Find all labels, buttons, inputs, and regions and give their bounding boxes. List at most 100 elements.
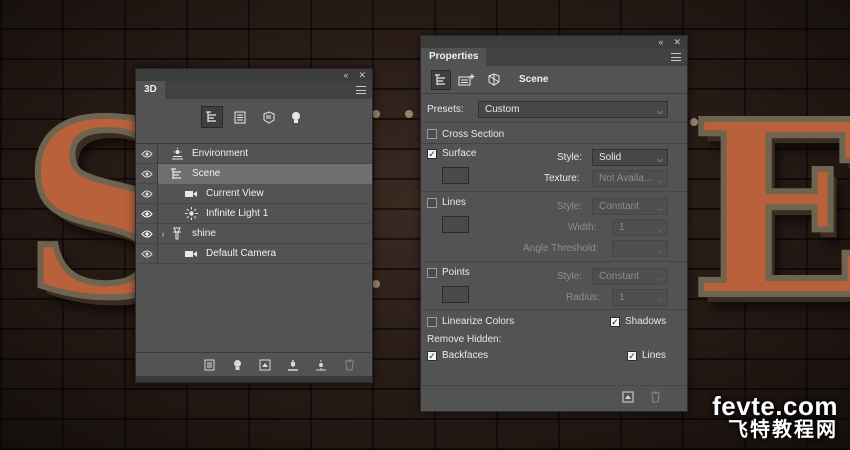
eye-icon[interactable] [136,203,158,224]
canvas-rivet [372,280,380,288]
camera-icon [182,189,200,199]
lines-style-label: Style: [557,201,583,212]
cross-section-section: Cross Section [421,122,687,144]
panel-menu-icon[interactable] [356,86,366,94]
hidden-lines-label: Lines [642,350,666,361]
eye-icon[interactable] [136,143,158,164]
points-radius-input[interactable]: 1 ⌵ [612,289,668,306]
delete-icon[interactable] [342,358,356,372]
panel-resize-handle[interactable] [136,376,372,382]
scene-filter-icon[interactable] [201,106,223,128]
points-style-select[interactable]: Constant ⌵ [592,268,668,285]
surface-style-value: Solid [599,152,622,163]
coordinates-icon[interactable] [483,70,503,90]
lines-style-value: Constant [599,201,640,212]
lines-section: Lines Style: Constant ⌵ Width: 1 ⌵ Angle… [421,192,687,262]
list-item[interactable]: Infinite Light 1 [136,203,372,224]
list-item[interactable]: Scene [136,163,372,184]
surface-section: ✓ Surface Style: Solid ⌵ Texture: Not Av… [421,144,687,192]
presets-value: Custom [485,103,520,115]
tab-3d[interactable]: 3D [136,81,165,99]
points-style-value: Constant [599,271,640,282]
add-light-icon[interactable] [314,358,328,372]
points-radius-value: 1 [619,292,625,303]
backfaces-checkbox[interactable]: ✓ [427,350,437,361]
surface-color-swatch[interactable] [442,167,469,184]
close-icon[interactable]: ✕ [358,70,366,81]
render-icon[interactable] [258,358,272,372]
lines-style-select[interactable]: Constant ⌵ [592,198,668,215]
environment-icon [168,147,186,160]
canvas-rivet [690,118,698,126]
lines-checkbox[interactable] [427,197,437,208]
list-item[interactable]: Current View [136,183,372,204]
chevron-down-icon: ⌵ [656,176,663,185]
cross-section-label: Cross Section [442,128,505,140]
list-item[interactable]: Default Camera [136,243,372,264]
chevron-down-icon: ⌵ [656,225,663,234]
light-dropdown-icon[interactable] [230,358,244,372]
chevron-down-icon: ⌵ [656,106,663,116]
watermark-domain: fevte.com [712,391,838,421]
presets-select[interactable]: Custom ⌵ [478,100,668,118]
list-item[interactable]: Environment [136,143,372,164]
lines-width-input[interactable]: 1 ⌵ [612,219,668,236]
lines-angle-input[interactable]: ⌵ [612,240,668,257]
material-filter-icon[interactable] [257,106,279,128]
layer-name: Current View [206,188,264,199]
points-section: Points Style: Constant ⌵ Radius: 1 ⌵ [421,262,687,310]
surface-texture-select[interactable]: Not Availa... ⌵ [592,170,668,187]
render-icon[interactable] [622,391,634,406]
points-checkbox[interactable] [427,267,437,278]
chevron-down-icon: ⌵ [656,204,663,213]
panel-titlebar[interactable]: « ✕ [421,36,687,48]
cross-section-checkbox[interactable] [427,129,437,139]
panel-properties: « ✕ Properties Scene Presets: Custom ⌵ C… [420,35,688,412]
close-icon[interactable]: ✕ [673,37,681,48]
properties-footer-toolbar [421,385,687,411]
lines-angle-label: Angle Threshold: [523,243,599,254]
eye-icon[interactable] [136,183,158,204]
panel-menu-icon[interactable] [671,53,681,61]
mesh-dropdown-icon[interactable] [202,358,216,372]
hidden-lines-checkbox[interactable]: ✓ [627,350,637,361]
mesh-filter-icon[interactable] [229,106,251,128]
points-label: Points [442,267,470,278]
panel-footer-toolbar [136,352,372,376]
surface-checkbox[interactable]: ✓ [427,148,437,159]
scene-layer-list: Environment Scene Current View Infinite … [136,143,372,264]
eye-icon[interactable] [136,243,158,264]
layer-name: shine [192,228,216,239]
surface-style-select[interactable]: Solid ⌵ [592,149,668,166]
points-color-swatch[interactable] [442,286,469,303]
shadows-label: Shadows [625,316,667,327]
delete-icon[interactable] [650,391,661,406]
points-radius-label: Radius: [566,292,600,303]
eye-icon[interactable] [136,223,158,244]
chevron-down-icon: ⌵ [656,274,663,283]
shadows-checkbox[interactable]: ✓ [610,316,620,327]
list-item[interactable]: › shine [136,223,372,244]
linearize-colors-checkbox[interactable] [427,316,437,327]
render-settings-icon[interactable] [457,70,477,90]
presets-label: Presets: [427,103,464,115]
tab-properties[interactable]: Properties [421,48,487,66]
lines-width-label: Width: [568,222,597,233]
light-filter-icon[interactable] [285,106,307,128]
lines-color-swatch[interactable] [442,216,469,233]
filter-toolbar [136,103,372,131]
collapse-icon[interactable]: « [343,70,348,80]
panel-titlebar[interactable]: « ✕ [136,69,372,81]
move-to-ground-icon[interactable] [286,358,300,372]
scene-icon [168,167,186,180]
properties-title: Scene [519,74,549,85]
collapse-icon[interactable]: « [658,37,663,47]
chevron-right-icon[interactable]: › [158,229,168,239]
points-style-label: Style: [557,271,583,282]
presets-row: Presets: Custom ⌵ [421,99,687,119]
eye-icon[interactable] [136,163,158,184]
scene-tab-icon[interactable] [431,69,451,90]
chevron-down-icon: ⌵ [656,295,663,304]
layer-name: Scene [192,168,221,179]
watermark-site-name: 飞特教程网 [728,417,838,441]
